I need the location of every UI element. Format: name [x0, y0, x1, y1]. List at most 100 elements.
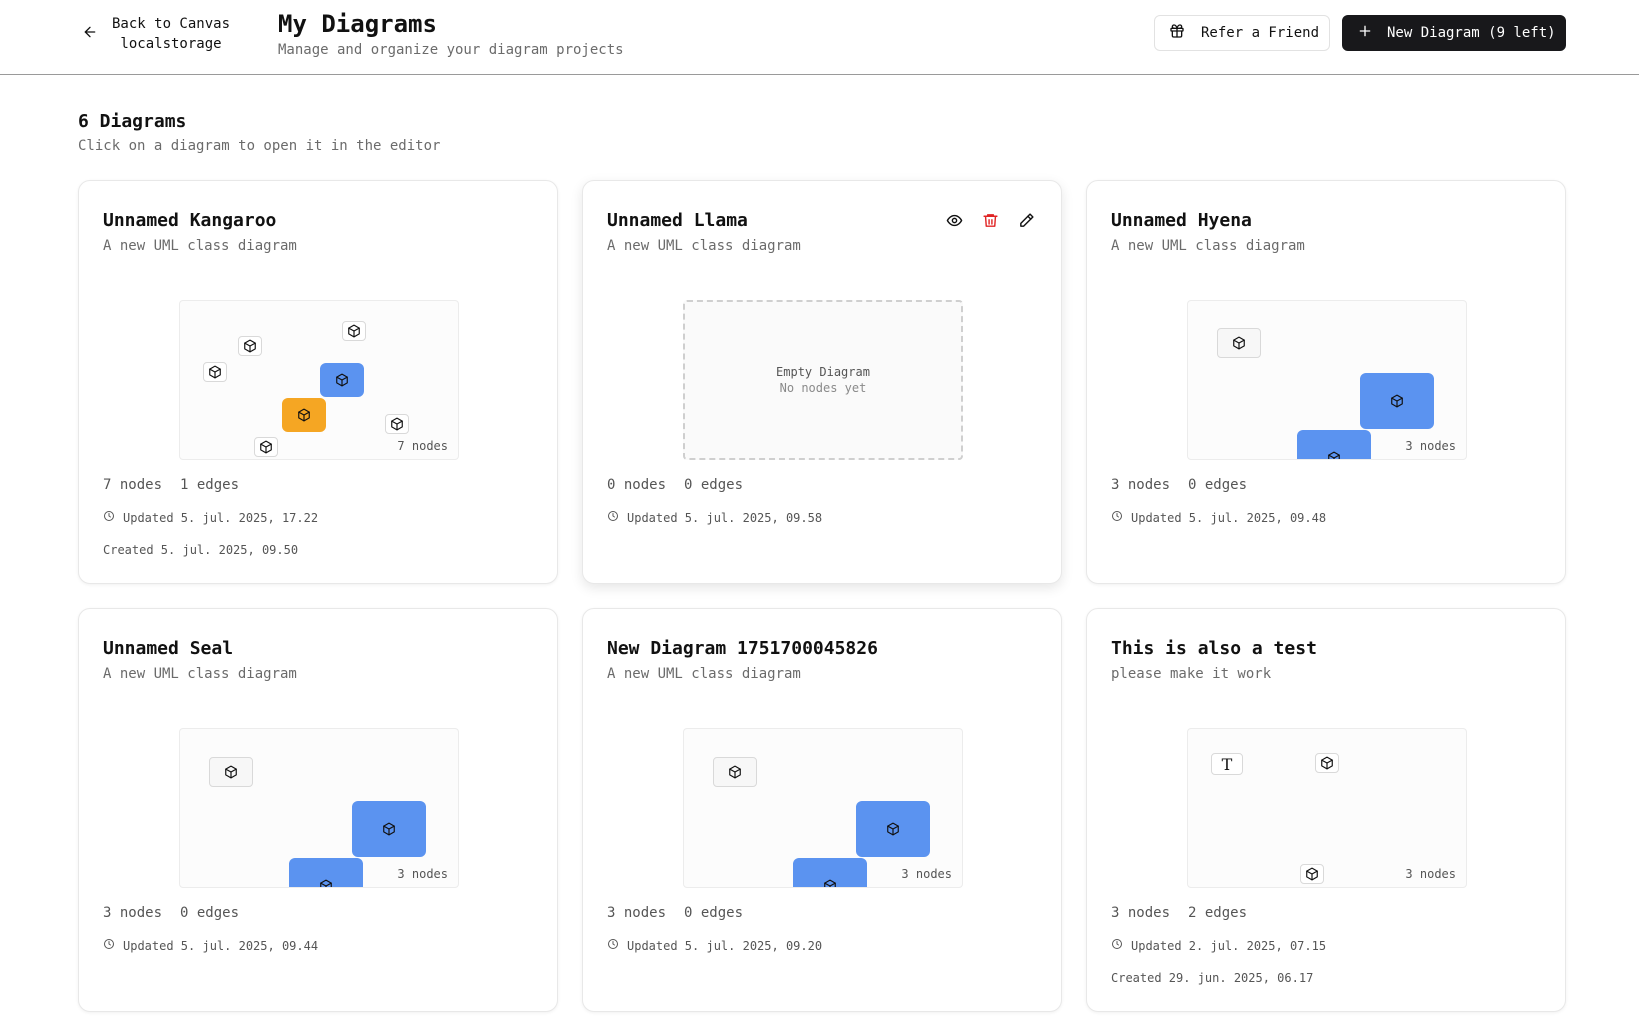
- eye-icon[interactable]: [943, 209, 965, 231]
- diagram-card[interactable]: Unnamed Kangaroo A new UML class diagram…: [78, 180, 558, 584]
- diagram-card[interactable]: Unnamed Llama A new UML class diagram Em…: [582, 180, 1062, 584]
- diagram-description: A new UML class diagram: [103, 666, 297, 682]
- section-hint: Click on a diagram to open it in the edi…: [78, 138, 441, 154]
- title-block: My Diagrams Manage and organize your dia…: [278, 8, 624, 59]
- updated-text: Updated 2. jul. 2025, 07.15: [1131, 939, 1327, 953]
- diagram-description: A new UML class diagram: [103, 238, 297, 254]
- created-timestamp: Created 29. jun. 2025, 06.17: [1111, 971, 1314, 985]
- edge-count: 1 edges: [180, 477, 240, 493]
- cube-icon: [1360, 373, 1434, 429]
- edge-count: 2 edges: [1188, 905, 1248, 921]
- diagram-stats: 7 nodes 1 edges: [103, 476, 239, 494]
- trash-icon[interactable]: [979, 209, 1001, 231]
- updated-timestamp: Updated 5. jul. 2025, 09.58: [607, 510, 822, 526]
- updated-timestamp: Updated 5. jul. 2025, 17.22: [103, 510, 318, 526]
- node-count: 3 nodes: [607, 905, 667, 921]
- diagram-stats: 3 nodes 2 edges: [1111, 904, 1247, 922]
- preview-node-count: 3 nodes: [1405, 439, 1456, 453]
- node-count: 3 nodes: [103, 905, 163, 921]
- updated-timestamp: Updated 2. jul. 2025, 07.15: [1111, 938, 1326, 954]
- cube-icon: [1315, 753, 1339, 773]
- diagram-title: Unnamed Llama: [607, 210, 748, 231]
- updated-text: Updated 5. jul. 2025, 09.58: [627, 511, 823, 525]
- node-count: 3 nodes: [1111, 905, 1171, 921]
- diagram-description: A new UML class diagram: [1111, 238, 1305, 254]
- refer-friend-label: Refer a Friend: [1201, 25, 1320, 41]
- cube-icon: [254, 437, 278, 457]
- diagram-card[interactable]: Unnamed Hyena A new UML class diagram 3 …: [1086, 180, 1566, 584]
- cube-icon: [1217, 328, 1261, 358]
- updated-text: Updated 5. jul. 2025, 17.22: [123, 511, 319, 525]
- preview-node-count: 3 nodes: [901, 867, 952, 881]
- updated-timestamp: Updated 5. jul. 2025, 09.44: [103, 938, 318, 954]
- pencil-icon[interactable]: [1015, 209, 1037, 231]
- diagram-preview: 7 nodes: [179, 300, 459, 460]
- diagram-preview: 3 nodes: [179, 728, 459, 888]
- updated-text: Updated 5. jul. 2025, 09.44: [123, 939, 319, 953]
- cube-icon: [342, 321, 366, 341]
- diagram-preview: 3 nodes: [1187, 300, 1467, 460]
- cube-icon: [320, 363, 364, 397]
- refer-friend-button[interactable]: Refer a Friend: [1154, 15, 1330, 51]
- diagram-count-heading: 6 Diagrams: [78, 111, 187, 132]
- node-count: 3 nodes: [1111, 477, 1171, 493]
- diagram-title: New Diagram 1751700045826: [607, 638, 878, 659]
- back-to-canvas-button[interactable]: Back to Canvas localstorage: [82, 12, 230, 56]
- preview-node-count: 3 nodes: [1405, 867, 1456, 881]
- plus-icon: [1357, 23, 1373, 43]
- cube-icon: [793, 858, 867, 887]
- diagram-stats: 3 nodes 0 edges: [607, 904, 743, 922]
- clock-icon: [1111, 938, 1123, 954]
- diagram-card[interactable]: New Diagram 1751700045826 A new UML clas…: [582, 608, 1062, 1012]
- diagram-preview: T 3 nodes: [1187, 728, 1467, 888]
- cube-icon: [713, 757, 757, 787]
- updated-timestamp: Updated 5. jul. 2025, 09.20: [607, 938, 822, 954]
- diagram-title: Unnamed Hyena: [1111, 210, 1252, 231]
- node-count: 7 nodes: [103, 477, 163, 493]
- empty-subtitle: No nodes yet: [779, 381, 867, 395]
- empty-diagram-preview: Empty Diagram No nodes yet: [683, 300, 963, 460]
- diagram-title: Unnamed Kangaroo: [103, 210, 277, 231]
- diagram-card[interactable]: This is also a test please make it work …: [1086, 608, 1566, 1012]
- page-title: My Diagrams: [278, 10, 437, 38]
- cube-icon: [238, 336, 262, 356]
- cube-icon: [856, 801, 930, 857]
- text-node-icon: T: [1211, 753, 1243, 775]
- empty-title: Empty Diagram: [776, 365, 870, 379]
- clock-icon: [1111, 510, 1123, 526]
- clock-icon: [607, 510, 619, 526]
- created-timestamp: Created 5. jul. 2025, 09.50: [103, 543, 299, 557]
- preview-node-count: 3 nodes: [397, 867, 448, 881]
- diagram-card[interactable]: Unnamed Seal A new UML class diagram 3 n…: [78, 608, 558, 1012]
- back-button-text: Back to Canvas localstorage: [112, 14, 230, 54]
- new-diagram-label: New Diagram (9 left): [1387, 25, 1556, 41]
- diagram-description: A new UML class diagram: [607, 666, 801, 682]
- card-actions: [943, 209, 1037, 231]
- cube-icon: [203, 362, 227, 382]
- preview-node-count: 7 nodes: [397, 439, 448, 453]
- new-diagram-button[interactable]: New Diagram (9 left): [1342, 15, 1566, 51]
- clock-icon: [103, 938, 115, 954]
- cube-icon: [385, 414, 409, 434]
- edge-count: 0 edges: [1188, 477, 1248, 493]
- cube-icon: [1300, 864, 1324, 884]
- diagram-stats: 3 nodes 0 edges: [1111, 476, 1247, 494]
- cube-icon: [352, 801, 426, 857]
- clock-icon: [103, 510, 115, 526]
- diagram-description: please make it work: [1111, 666, 1272, 682]
- updated-timestamp: Updated 5. jul. 2025, 09.48: [1111, 510, 1326, 526]
- node-count: 0 nodes: [607, 477, 667, 493]
- diagram-preview: 3 nodes: [683, 728, 963, 888]
- diagram-title: This is also a test: [1111, 638, 1317, 659]
- cube-icon: [289, 858, 363, 887]
- diagram-description: A new UML class diagram: [607, 238, 801, 254]
- updated-text: Updated 5. jul. 2025, 09.20: [627, 939, 823, 953]
- diagram-stats: 0 nodes 0 edges: [607, 476, 743, 494]
- gift-icon: [1169, 23, 1185, 43]
- edge-count: 0 edges: [180, 905, 240, 921]
- top-header: Back to Canvas localstorage My Diagrams …: [0, 0, 1639, 75]
- cube-icon: [1297, 430, 1371, 459]
- diagram-title: Unnamed Seal: [103, 638, 234, 659]
- page-subtitle: Manage and organize your diagram project…: [278, 42, 624, 58]
- arrow-left-icon: [82, 24, 98, 44]
